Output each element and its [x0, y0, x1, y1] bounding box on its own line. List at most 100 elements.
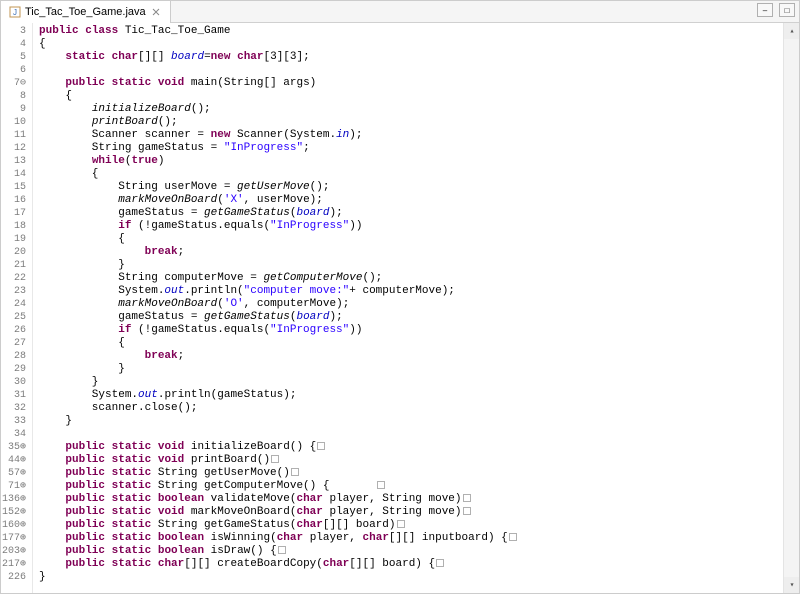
code-line[interactable]: markMoveOnBoard('O', computerMove); [33, 298, 783, 311]
code-line[interactable]: if (!gameStatus.equals("InProgress")) [33, 324, 783, 337]
code-line[interactable]: System.out.println(gameStatus); [33, 389, 783, 402]
code-line[interactable]: System.out.println("computer move:"+ com… [33, 285, 783, 298]
code-line[interactable]: markMoveOnBoard('X', userMove); [33, 194, 783, 207]
line-number: 160⊕ [1, 519, 32, 532]
code-line[interactable]: } [33, 571, 783, 584]
line-number: 20 [1, 246, 32, 259]
code-line[interactable]: { [33, 168, 783, 181]
code-line[interactable] [33, 428, 783, 441]
code-line[interactable] [33, 64, 783, 77]
line-number: 136⊕ [1, 493, 32, 506]
line-number: 11 [1, 129, 32, 142]
line-number: 24 [1, 298, 32, 311]
line-number: 226 [1, 571, 32, 584]
code-line[interactable]: public static String getGameStatus(char[… [33, 519, 783, 532]
close-icon[interactable] [150, 6, 162, 18]
line-number: 29 [1, 363, 32, 376]
minimize-button[interactable]: ‒ [757, 3, 773, 17]
code-line[interactable]: public static String getUserMove() [33, 467, 783, 480]
code-line[interactable]: } [33, 259, 783, 272]
line-number: 32 [1, 402, 32, 415]
code-line[interactable]: public static char[][] createBoardCopy(c… [33, 558, 783, 571]
code-line[interactable]: public static String getComputerMove() { [33, 480, 783, 493]
vertical-scrollbar[interactable]: ▴ ▾ [783, 23, 799, 593]
code-line[interactable]: Scanner scanner = new Scanner(System.in)… [33, 129, 783, 142]
code-line[interactable]: printBoard(); [33, 116, 783, 129]
line-number: 17 [1, 207, 32, 220]
line-number: 44⊕ [1, 454, 32, 467]
code-line[interactable]: public static boolean validateMove(char … [33, 493, 783, 506]
window-controls: ‒ □ [757, 3, 795, 17]
line-number: 33 [1, 415, 32, 428]
code-line[interactable]: break; [33, 350, 783, 363]
tab-bar: J Tic_Tac_Toe_Game.java ‒ □ [1, 1, 799, 23]
line-number: 26 [1, 324, 32, 337]
code-area[interactable]: public class Tic_Tac_Toe_Game{ static ch… [33, 23, 783, 593]
line-number: 21 [1, 259, 32, 272]
line-number: 217⊕ [1, 558, 32, 571]
code-line[interactable]: static char[][] board=new char[3][3]; [33, 51, 783, 64]
line-number: 7⊖ [1, 77, 32, 90]
code-line[interactable]: } [33, 415, 783, 428]
java-file-icon: J [9, 6, 21, 18]
line-number: 4 [1, 38, 32, 51]
line-number: 177⊕ [1, 532, 32, 545]
line-number: 25 [1, 311, 32, 324]
line-number: 14 [1, 168, 32, 181]
line-number: 35⊕ [1, 441, 32, 454]
code-line[interactable]: gameStatus = getGameStatus(board); [33, 311, 783, 324]
code-line[interactable]: String computerMove = getComputerMove(); [33, 272, 783, 285]
code-line[interactable]: } [33, 376, 783, 389]
line-number: 5 [1, 51, 32, 64]
line-number: 10 [1, 116, 32, 129]
line-number: 6 [1, 64, 32, 77]
code-line[interactable]: public static boolean isWinning(char pla… [33, 532, 783, 545]
code-line[interactable]: public static void markMoveOnBoard(char … [33, 506, 783, 519]
line-number: 19 [1, 233, 32, 246]
code-line[interactable]: scanner.close(); [33, 402, 783, 415]
line-number: 3 [1, 25, 32, 38]
maximize-button[interactable]: □ [779, 3, 795, 17]
code-line[interactable]: { [33, 90, 783, 103]
code-line[interactable]: { [33, 337, 783, 350]
line-number: 15 [1, 181, 32, 194]
line-number: 22 [1, 272, 32, 285]
code-line[interactable]: break; [33, 246, 783, 259]
code-line[interactable]: public static void printBoard() [33, 454, 783, 467]
line-number: 9 [1, 103, 32, 116]
editor-window: J Tic_Tac_Toe_Game.java ‒ □ 34567⊖891011… [0, 0, 800, 594]
line-number: 16 [1, 194, 32, 207]
line-number-gutter[interactable]: 34567⊖8910111213141516171819202122232425… [1, 23, 33, 593]
line-number: 28 [1, 350, 32, 363]
code-line[interactable]: String userMove = getUserMove(); [33, 181, 783, 194]
code-line[interactable]: { [33, 38, 783, 51]
line-number: 12 [1, 142, 32, 155]
line-number: 57⊕ [1, 467, 32, 480]
line-number: 152⊕ [1, 506, 32, 519]
code-line[interactable]: gameStatus = getGameStatus(board); [33, 207, 783, 220]
line-number: 203⊕ [1, 545, 32, 558]
code-line[interactable]: String gameStatus = "InProgress"; [33, 142, 783, 155]
line-number: 71⊕ [1, 480, 32, 493]
line-number: 27 [1, 337, 32, 350]
svg-text:J: J [13, 8, 17, 17]
file-tab-label: Tic_Tac_Toe_Game.java [25, 6, 146, 18]
code-line[interactable]: public static boolean isDraw() { [33, 545, 783, 558]
code-line[interactable]: while(true) [33, 155, 783, 168]
line-number: 30 [1, 376, 32, 389]
line-number: 18 [1, 220, 32, 233]
line-number: 23 [1, 285, 32, 298]
code-line[interactable]: if (!gameStatus.equals("InProgress")) [33, 220, 783, 233]
scroll-down-arrow[interactable]: ▾ [784, 577, 799, 593]
code-line[interactable]: } [33, 363, 783, 376]
code-line[interactable]: initializeBoard(); [33, 103, 783, 116]
code-line[interactable]: public static void main(String[] args) [33, 77, 783, 90]
code-line[interactable]: public class Tic_Tac_Toe_Game [33, 25, 783, 38]
code-line[interactable]: { [33, 233, 783, 246]
line-number: 8 [1, 90, 32, 103]
file-tab[interactable]: J Tic_Tac_Toe_Game.java [1, 1, 171, 23]
scroll-up-arrow[interactable]: ▴ [784, 23, 799, 39]
editor-content: 34567⊖8910111213141516171819202122232425… [1, 23, 799, 593]
line-number: 34 [1, 428, 32, 441]
code-line[interactable]: public static void initializeBoard() { [33, 441, 783, 454]
